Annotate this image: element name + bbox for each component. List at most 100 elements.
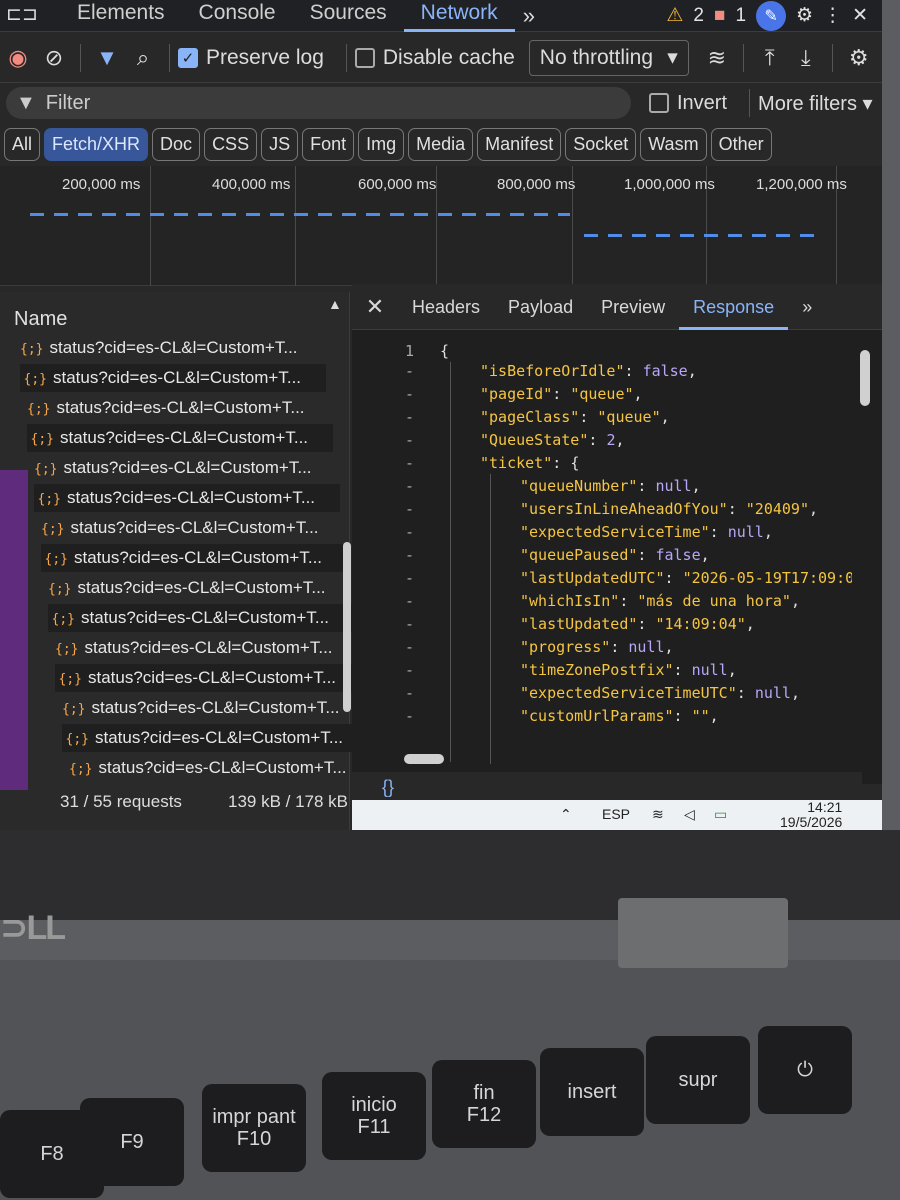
json-key: "progress" — [520, 638, 611, 656]
chevron-double-right-icon[interactable]: » — [788, 284, 826, 330]
tab-payload[interactable]: Payload — [494, 284, 587, 330]
ai-assistant-icon[interactable]: ✎ — [756, 0, 787, 31]
warnings-count[interactable]: 2 — [693, 5, 704, 27]
laptop-screen: ⊏⊐ Elements Console Sources Network » ⚠ … — [0, 0, 882, 830]
tab-elements[interactable]: Elements — [60, 0, 182, 32]
filter-icon[interactable]: ▼ — [89, 45, 125, 71]
dock-side-icon[interactable]: ⊏⊐ — [6, 4, 46, 28]
upload-icon[interactable]: ⤒ — [752, 45, 788, 71]
tab-sources[interactable]: Sources — [293, 0, 404, 32]
network-overview-timeline[interactable]: 200,000 ms 400,000 ms 600,000 ms 800,000… — [0, 166, 882, 286]
request-list-scrollbar[interactable] — [343, 542, 351, 712]
keyboard-key[interactable]: supr — [646, 1036, 750, 1124]
request-row[interactable]: {;} status?cid=es-CL&l=Custom+T... — [47, 604, 354, 632]
tab-console[interactable]: Console — [182, 0, 293, 32]
type-filter-wasm[interactable]: Wasm — [640, 127, 707, 161]
request-row[interactable]: {;} status?cid=es-CL&l=Custom+T... — [23, 394, 329, 422]
clock[interactable]: 14:21 19/5/2026 — [780, 800, 842, 830]
keyboard-key[interactable]: F9 — [80, 1098, 184, 1186]
tab-response[interactable]: Response — [679, 284, 789, 330]
request-row[interactable]: {;} status?cid=es-CL&l=Custom+T... — [30, 454, 336, 482]
throttling-select[interactable]: No throttling ▾ — [528, 39, 689, 76]
tab-preview[interactable]: Preview — [587, 284, 679, 330]
tab-headers[interactable]: Headers — [398, 284, 494, 330]
chevron-double-right-icon[interactable]: » — [515, 3, 543, 29]
tab-network[interactable]: Network — [403, 0, 515, 32]
pretty-print-icon[interactable]: {} — [382, 777, 394, 797]
type-filter-other[interactable]: Other — [710, 127, 772, 161]
type-filter-fetch-xhr[interactable]: Fetch/XHR — [44, 127, 149, 161]
request-row[interactable]: {;} status?cid=es-CL&l=Custom+T... — [19, 364, 326, 392]
keyboard-key[interactable]: ⏻ — [758, 1026, 852, 1114]
request-row[interactable]: {;} status?cid=es-CL&l=Custom+T... — [37, 514, 343, 542]
download-icon[interactable]: ⤓ — [788, 45, 824, 71]
type-filter-css[interactable]: CSS — [204, 127, 258, 161]
chevron-up-icon[interactable]: ⌃ — [560, 806, 572, 823]
request-row[interactable]: {;} status?cid=es-CL&l=Custom+T... — [44, 574, 350, 602]
response-body[interactable]: 1 { - "isBeforeOrIdle": false, - "pageId": … — [352, 334, 852, 774]
clear-icon[interactable]: ⊘ — [36, 45, 72, 71]
json-line: "ticket": { — [480, 454, 579, 472]
network-settings-gear-icon[interactable]: ⚙ — [841, 45, 877, 71]
search-icon[interactable]: ⌕ — [125, 45, 161, 71]
more-vertical-icon[interactable]: ⋮ — [823, 4, 842, 27]
disable-cache-checkbox[interactable]: Disable cache — [354, 46, 515, 70]
response-horizontal-scrollbar[interactable] — [404, 754, 444, 764]
keyboard-key[interactable]: impr pant F10 — [202, 1084, 306, 1172]
network-conditions-icon[interactable]: ≋ — [699, 45, 735, 71]
type-filter-js[interactable]: JS — [261, 127, 299, 161]
request-row[interactable]: {;} status?cid=es-CL&l=Custom+T... — [40, 544, 347, 572]
request-row[interactable]: {;} status?cid=es-CL&l=Custom+T... — [58, 694, 364, 722]
type-filter-manifest[interactable]: Manifest — [477, 127, 562, 161]
xhr-icon: {;} — [51, 612, 75, 627]
laptop-logo: ⊃LL — [0, 909, 66, 947]
type-filter-socket[interactable]: Socket — [565, 127, 637, 161]
close-icon[interactable]: ✕ — [352, 294, 398, 320]
keyboard-key[interactable]: insert — [540, 1048, 644, 1136]
type-filter-font[interactable]: Font — [302, 127, 355, 161]
json-line: "lastUpdatedUTC": "2026-05-19T17:09:0, — [520, 569, 852, 587]
request-row[interactable]: {;} status?cid=es-CL&l=Custom+T... — [26, 424, 333, 452]
json-colon: : — [736, 684, 755, 702]
json-line: "queueNumber": null, — [520, 477, 701, 495]
request-row[interactable]: {;} status?cid=es-CL&l=Custom+T... — [33, 484, 340, 512]
request-row[interactable]: {;} status?cid=es-CL&l=Custom+T... — [65, 754, 371, 782]
more-filters-button[interactable]: More filters ▾ — [758, 91, 873, 116]
invert-checkbox[interactable]: Invert — [649, 92, 727, 115]
request-row[interactable]: {;} status?cid=es-CL&l=Custom+T... — [54, 664, 361, 692]
keyboard-key[interactable]: inicio F11 — [322, 1072, 426, 1160]
errors-count[interactable]: 1 — [735, 5, 746, 27]
type-filter-media[interactable]: Media — [408, 127, 474, 161]
type-filter-img[interactable]: Img — [358, 127, 405, 161]
json-comma: , — [809, 500, 819, 518]
type-filter-doc[interactable]: Doc — [152, 127, 201, 161]
sort-ascending-icon[interactable]: ▲ — [328, 296, 342, 312]
json-line: "expectedServiceTime": null, — [520, 523, 773, 541]
checkbox-checked-icon[interactable]: ✓ — [178, 47, 198, 68]
battery-icon[interactable]: ▭ — [714, 806, 727, 823]
checkbox-unchecked-icon[interactable] — [354, 47, 375, 68]
preserve-log-checkbox[interactable]: ✓ Preserve log — [178, 46, 324, 70]
keyboard-key[interactable]: fin F12 — [432, 1060, 536, 1148]
request-row[interactable]: {;} status?cid=es-CL&l=Custom+T... — [16, 334, 322, 362]
response-vertical-scrollbar[interactable] — [860, 350, 870, 406]
dropdown-arrow-icon: ▾ — [862, 92, 873, 115]
xhr-icon: {;} — [69, 762, 93, 777]
request-row[interactable]: {;} status?cid=es-CL&l=Custom+T... — [51, 634, 357, 662]
wifi-icon[interactable]: ≋ — [652, 806, 664, 823]
error-icon[interactable]: ■ — [714, 5, 725, 27]
gear-icon[interactable]: ⚙ — [796, 4, 813, 27]
warning-icon[interactable]: ⚠ — [666, 4, 683, 27]
speaker-icon[interactable]: ◁ — [684, 806, 695, 823]
divider — [169, 43, 170, 72]
close-icon[interactable]: ✕ — [852, 4, 868, 27]
name-column-header[interactable]: Name — [14, 308, 67, 331]
type-filter-all[interactable]: All — [4, 127, 41, 161]
request-row[interactable]: {;} status?cid=es-CL&l=Custom+T... — [61, 724, 368, 752]
filter-input[interactable]: ▼ Filter — [6, 87, 631, 119]
json-colon: : — [673, 707, 692, 725]
json-colon: : — [709, 523, 728, 541]
checkbox-unchecked-icon[interactable] — [649, 93, 669, 113]
record-icon[interactable]: ◉ — [0, 45, 36, 71]
language-indicator[interactable]: ESP — [602, 806, 630, 822]
